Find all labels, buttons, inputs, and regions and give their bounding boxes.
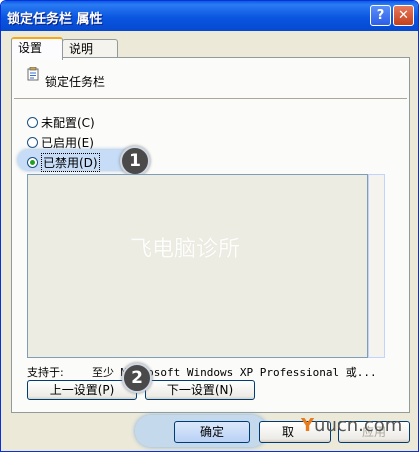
previous-setting-button[interactable]: 上一设置(P) (27, 380, 137, 400)
window-title: 锁定任务栏 属性 (7, 12, 103, 27)
tab-settings[interactable]: 设置 (11, 37, 63, 60)
properties-dialog: 锁定任务栏 属性 ? ✕ 设置 说明 锁定任务栏 未配置(C) 已启用(E) 已… (0, 0, 419, 452)
radio-not-configured[interactable]: 未配置(C) (27, 114, 95, 130)
ok-button[interactable]: 确定 (174, 421, 250, 443)
radio-label: 已启用(E) (41, 135, 94, 150)
settings-panel: 锁定任务栏 未配置(C) 已启用(E) 已禁用(D) 1 飞电脑诊所 支持于: … (11, 57, 410, 413)
vertical-scrollbar[interactable] (368, 174, 385, 358)
radio-dot-checked[interactable] (27, 156, 38, 168)
title-bar[interactable]: 锁定任务栏 属性 ? ✕ (1, 1, 418, 31)
watermark-text: 飞电脑诊所 (130, 237, 241, 262)
radio-label: 未配置(C) (41, 115, 95, 130)
description-box: 飞电脑诊所 (27, 174, 368, 358)
site-watermark: Yuucn.com (301, 415, 402, 436)
help-button[interactable]: ? (370, 5, 391, 26)
radio-dot[interactable] (27, 116, 38, 128)
policy-name: 锁定任务栏 (45, 75, 106, 89)
close-button[interactable]: ✕ (393, 5, 414, 26)
radio-dot[interactable] (27, 136, 38, 148)
radio-disabled[interactable]: 已禁用(D) (27, 152, 100, 172)
site-watermark-rest: uucn.com (314, 415, 403, 436)
divider (14, 98, 407, 99)
tab-explain[interactable]: 说明 (62, 39, 118, 58)
radio-label: 已禁用(D) (41, 152, 100, 172)
next-setting-button[interactable]: 下一设置(N) (145, 380, 255, 400)
step-badge-1: 1 (120, 146, 150, 176)
step-badge-2: 2 (122, 363, 152, 393)
site-watermark-y: Y (301, 415, 315, 436)
radio-enabled[interactable]: 已启用(E) (27, 134, 94, 150)
supported-on-label: 支持于: (27, 366, 64, 379)
policy-setting-icon (27, 67, 39, 81)
